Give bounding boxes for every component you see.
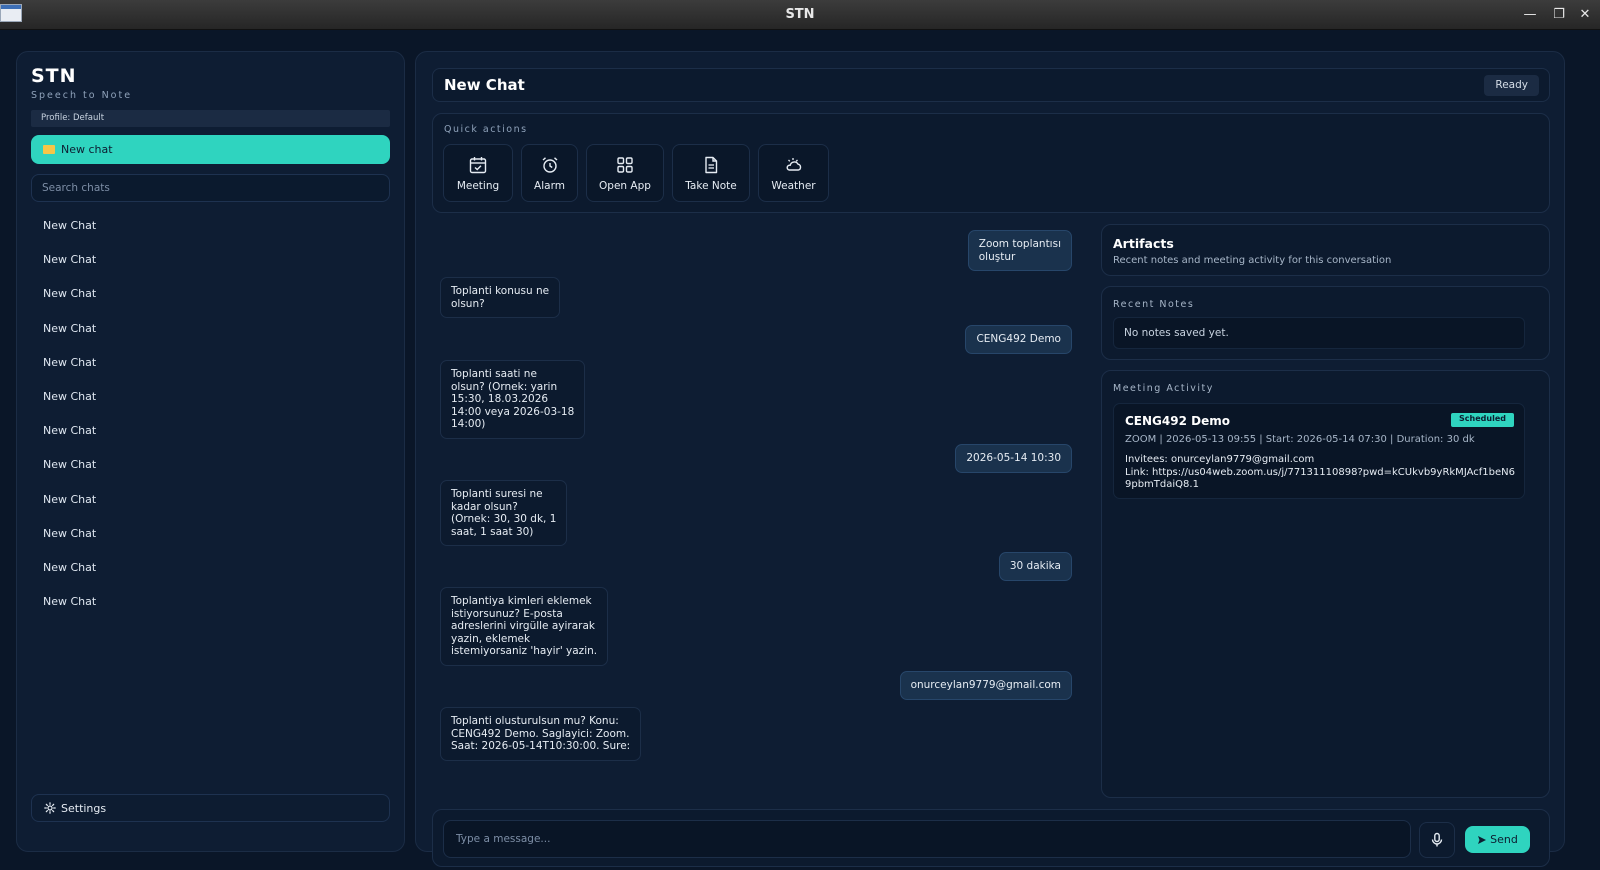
send-icon	[1478, 835, 1487, 844]
chat-list-item[interactable]: New Chat	[31, 243, 390, 277]
note-icon	[705, 156, 718, 173]
artifacts-title: Artifacts	[1113, 236, 1174, 251]
quick-action-label: Weather	[771, 179, 816, 192]
artifacts-subtitle: Recent notes and meeting activity for th…	[1113, 255, 1392, 266]
new-chat-label: New chat	[61, 143, 113, 156]
chat-header: New Chat Ready	[432, 68, 1550, 102]
chat-list-item[interactable]: New Chat	[31, 483, 390, 517]
app-tagline: Speech to Note	[31, 90, 133, 101]
assistant-message: Toplanti saati ne olsun? (Ornek: yarin 15:…	[440, 360, 586, 439]
meeting-meta: ZOOM | 2026-05-13 09:55 | Start: 2026-05…	[1125, 434, 1475, 445]
send-button[interactable]: Send	[1465, 826, 1530, 853]
maximize-button[interactable]: ❐	[1549, 5, 1569, 25]
settings-button[interactable]: Settings	[31, 794, 390, 822]
quick-action-label: Alarm	[534, 179, 565, 192]
chat-list-item[interactable]: New Chat	[31, 585, 390, 619]
chat-list: New Chat New Chat New Chat New Chat New Chat…	[31, 209, 390, 619]
chat-messages: Zoom toplantısı oluştur Toplanti konusu n…	[432, 224, 1086, 798]
composer: Send	[432, 809, 1550, 867]
meeting-details: Invitees: onurceylan9779@gmail.com Link:…	[1125, 454, 1520, 492]
new-chat-button[interactable]: New chat	[31, 135, 390, 164]
message-input[interactable]	[443, 820, 1411, 858]
meeting-card[interactable]: CENG492 Demo Scheduled ZOOM | 2026-05-13…	[1113, 403, 1525, 499]
quick-action-label: Open App	[599, 179, 651, 192]
sidebar: STN Speech to Note Profile: Default New …	[16, 51, 405, 852]
folder-icon	[43, 145, 55, 154]
quick-action-open-app[interactable]: Open App	[586, 144, 664, 202]
microphone-icon	[1431, 832, 1443, 847]
meeting-link[interactable]: Link: https://us04web.zoom.us/j/77131110…	[1125, 467, 1520, 492]
recent-notes-panel: Recent Notes No notes saved yet.	[1101, 286, 1550, 360]
chat-list-item[interactable]: New Chat	[31, 209, 390, 243]
chat-title: New Chat	[444, 76, 525, 94]
chat-list-item[interactable]: New Chat	[31, 277, 390, 311]
notes-empty-state: No notes saved yet.	[1113, 317, 1525, 349]
window-titlebar: STN — ❐ ✕	[0, 0, 1600, 30]
recent-notes-label: Recent Notes	[1113, 299, 1195, 310]
chat-list-item[interactable]: New Chat	[31, 551, 390, 585]
status-badge: Ready	[1484, 75, 1539, 96]
meeting-activity-label: Meeting Activity	[1113, 383, 1214, 394]
main-panel: New Chat Ready Quick actions Meeting Ala…	[415, 51, 1565, 867]
meeting-status-badge: Scheduled	[1451, 413, 1514, 427]
microphone-button[interactable]	[1419, 822, 1455, 858]
chat-list-item[interactable]: New Chat	[31, 517, 390, 551]
settings-label: Settings	[61, 801, 107, 815]
app-brand: STN	[31, 65, 77, 87]
send-label: Send	[1490, 833, 1518, 846]
user-message: onurceylan9779@gmail.com	[899, 671, 1072, 700]
assistant-message: Toplanti olusturulsun mu? Konu: CENG492 D…	[440, 707, 642, 761]
quick-action-label: Take Note	[685, 179, 737, 192]
meeting-activity-panel: Meeting Activity CENG492 Demo Scheduled …	[1101, 370, 1550, 798]
chat-list-item[interactable]: New Chat	[31, 414, 390, 448]
chat-list-item[interactable]: New Chat	[31, 346, 390, 380]
close-button[interactable]: ✕	[1575, 5, 1595, 25]
weather-icon	[786, 157, 801, 171]
artifacts-header: Artifacts Recent notes and meeting activ…	[1101, 224, 1550, 276]
minimize-button[interactable]: —	[1520, 5, 1540, 25]
quick-action-alarm[interactable]: Alarm	[521, 144, 578, 202]
grid-icon	[617, 156, 633, 173]
quick-action-label: Meeting	[456, 179, 500, 192]
gear-icon	[44, 802, 56, 814]
quick-actions-label: Quick actions	[444, 124, 528, 135]
user-message: 2026-05-14 10:30	[955, 444, 1072, 473]
profile-badge[interactable]: Profile: Default	[31, 110, 390, 127]
assistant-message: Toplanti konusu ne olsun?	[440, 277, 561, 318]
chat-list-item[interactable]: New Chat	[31, 380, 390, 414]
search-chats-input[interactable]	[31, 174, 390, 202]
user-message: 30 dakika	[998, 552, 1072, 581]
chat-list-item[interactable]: New Chat	[31, 448, 390, 482]
user-message: CENG492 Demo	[965, 325, 1072, 354]
meeting-title: CENG492 Demo	[1125, 414, 1230, 428]
quick-action-take-note[interactable]: Take Note	[672, 144, 750, 202]
quick-action-meeting[interactable]: Meeting	[443, 144, 513, 202]
window-title: STN	[785, 7, 815, 22]
user-message: Zoom toplantısı oluştur	[967, 230, 1072, 271]
quick-action-weather[interactable]: Weather	[758, 144, 829, 202]
calendar-icon	[469, 156, 487, 173]
alarm-clock-icon	[542, 156, 557, 173]
quick-actions-panel: Quick actions Meeting Alarm Open App Tak…	[432, 113, 1550, 213]
assistant-message: Toplanti suresi ne kadar olsun? (Ornek: 30…	[440, 480, 568, 546]
meeting-invitees: Invitees: onurceylan9779@gmail.com	[1125, 454, 1315, 465]
chat-list-item[interactable]: New Chat	[31, 312, 390, 346]
assistant-message: Toplantiya kimleri eklemek istiyorsunuz? …	[440, 587, 609, 666]
